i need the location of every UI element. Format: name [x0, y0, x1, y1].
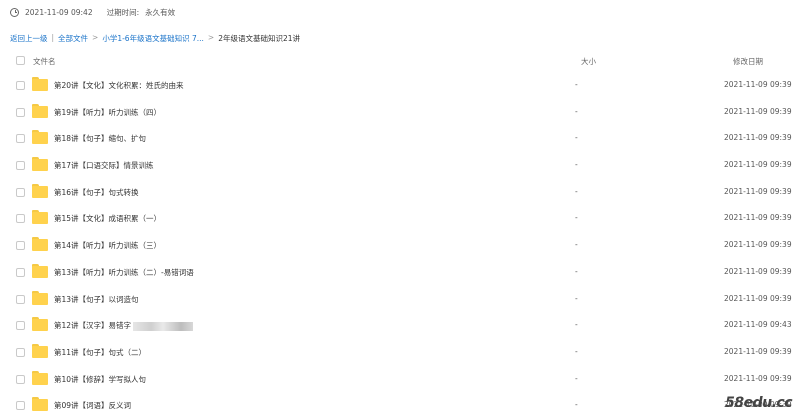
- clock-icon: [10, 7, 19, 17]
- folder-icon: [32, 317, 48, 332]
- file-name[interactable]: 第17讲【口语交际】情景训练: [54, 160, 154, 171]
- file-row[interactable]: 第18讲【句子】缩句、扩句 - 2021-11-09 09:39: [0, 125, 800, 152]
- file-name: 第12讲【汉字】易错字: [54, 321, 132, 331]
- file-date: 2021-11-09 09:39: [724, 346, 792, 356]
- file-name[interactable]: 第14讲【听力】听力训练（三）: [54, 240, 161, 251]
- file-size: -: [575, 80, 578, 89]
- folder-icon: [32, 397, 48, 412]
- breadcrumb-arrow: >: [92, 33, 99, 42]
- row-checkbox[interactable]: [16, 214, 25, 224]
- share-date: 2021-11-09 09:42: [25, 7, 93, 17]
- row-checkbox[interactable]: [16, 321, 25, 331]
- folder-icon: [32, 103, 48, 118]
- file-size: -: [575, 240, 578, 250]
- file-date: 2021-11-09 09:39: [724, 213, 792, 223]
- expire-label: 过期时间:: [106, 7, 140, 17]
- expire-value: 永久有效: [145, 7, 176, 17]
- row-checkbox[interactable]: [16, 241, 25, 251]
- row-checkbox[interactable]: [16, 81, 25, 90]
- row-checkbox[interactable]: [16, 267, 25, 277]
- file-size: -: [575, 266, 578, 276]
- row-checkbox[interactable]: [16, 161, 25, 171]
- file-row[interactable]: 第17讲【口语交际】情景训练 - 2021-11-09 09:39: [0, 152, 800, 179]
- file-row[interactable]: 第11讲【句子】句式（二） - 2021-11-09 09:39: [0, 339, 800, 366]
- breadcrumb-arrow: >: [207, 33, 215, 42]
- file-date: 2021-11-09 09:39: [724, 240, 792, 250]
- file-date: 2021-11-09 09:39: [724, 133, 792, 143]
- row-checkbox[interactable]: [16, 401, 25, 411]
- file-date: 2021-11-09 09:39: [724, 186, 792, 196]
- folder-icon: [32, 237, 48, 252]
- folder-icon: [32, 77, 48, 91]
- column-header-date[interactable]: 修改日期: [733, 56, 763, 67]
- back-link[interactable]: 返回上一级: [10, 33, 48, 44]
- file-date: 2021-11-09 09:39: [724, 80, 792, 89]
- folder-icon: [32, 183, 48, 198]
- redacted-blur: [133, 321, 194, 331]
- file-size: -: [575, 293, 578, 303]
- file-date: 2021-11-09 09:39: [724, 293, 792, 303]
- file-row[interactable]: 第16讲【句子】句式转换 - 2021-11-09 09:39: [0, 179, 800, 206]
- folder-icon: [32, 343, 48, 358]
- current-folder: 2年级语文基础知识21讲: [218, 34, 301, 43]
- file-size: -: [575, 400, 578, 410]
- file-name[interactable]: 第20讲【文化】文化积累：姓氏的由来: [54, 80, 184, 91]
- select-all-checkbox[interactable]: [16, 56, 25, 65]
- share-info-bar: 2021-11-09 09:42 过期时间: 永久有效: [10, 6, 175, 18]
- file-name[interactable]: 第13讲【听力】听力训练（二）-易错词语: [54, 267, 194, 278]
- breadcrumb: 返回上一级 | 全部文件 > 小学1-6年级语文基础知识 7... > 2年级语…: [10, 33, 300, 44]
- file-row[interactable]: 第13讲【听力】听力训练（二）-易错词语 - 2021-11-09 09:39: [0, 259, 800, 286]
- file-row[interactable]: 第15讲【文化】成语积累（一） - 2021-11-09 09:39: [0, 205, 800, 232]
- file-row[interactable]: 第20讲【文化】文化积累：姓氏的由来 - 2021-11-09 09:39: [0, 72, 800, 99]
- file-size: -: [575, 186, 578, 196]
- breadcrumb-separator: |: [51, 33, 55, 42]
- file-row[interactable]: 第09讲【词语】反义词 - 2021-11-09 09:39: [0, 392, 800, 415]
- row-checkbox[interactable]: [16, 134, 25, 144]
- file-name-wrap[interactable]: 第12讲【汉字】易错字: [54, 320, 194, 331]
- row-checkbox[interactable]: [16, 347, 25, 357]
- file-date: 2021-11-09 09:43: [724, 320, 792, 330]
- watermark: 58edu.cc: [725, 395, 792, 411]
- file-name[interactable]: 第10讲【修辞】学写拟人句: [54, 374, 146, 385]
- folder-icon: [32, 263, 48, 278]
- file-size: -: [575, 133, 578, 143]
- parent-folder-link[interactable]: 小学1-6年级语文基础知识 7...: [102, 33, 204, 44]
- folder-icon: [32, 130, 48, 145]
- file-date: 2021-11-09 09:39: [724, 373, 792, 383]
- folder-icon: [32, 157, 48, 172]
- file-size: -: [575, 106, 578, 116]
- file-name[interactable]: 第18讲【句子】缩句、扩句: [54, 133, 146, 144]
- file-row[interactable]: 第10讲【修辞】学写拟人句 - 2021-11-09 09:39: [0, 366, 800, 393]
- file-list: 第20讲【文化】文化积累：姓氏的由来 - 2021-11-09 09:39 第1…: [0, 72, 800, 415]
- row-checkbox[interactable]: [16, 374, 25, 384]
- file-name[interactable]: 第09讲【词语】反义词: [54, 400, 131, 411]
- row-checkbox[interactable]: [16, 107, 25, 117]
- file-row[interactable]: 第19讲【听力】听力训练（四） - 2021-11-09 09:39: [0, 99, 800, 126]
- file-name[interactable]: 第11讲【句子】句式（二）: [54, 347, 146, 358]
- file-date: 2021-11-09 09:39: [724, 106, 792, 116]
- file-name[interactable]: 第13讲【句子】以词造句: [54, 294, 139, 305]
- folder-icon: [32, 370, 48, 385]
- folder-icon: [32, 290, 48, 305]
- row-checkbox[interactable]: [16, 187, 25, 197]
- file-row[interactable]: 第13讲【句子】以词造句 - 2021-11-09 09:39: [0, 286, 800, 313]
- file-row[interactable]: 第12讲【汉字】易错字 - 2021-11-09 09:43: [0, 312, 800, 339]
- file-size: -: [575, 346, 578, 356]
- all-files-link[interactable]: 全部文件: [58, 33, 88, 44]
- file-date: 2021-11-09 09:39: [724, 266, 792, 276]
- file-name[interactable]: 第15讲【文化】成语积累（一）: [54, 213, 161, 224]
- column-header-name[interactable]: 文件名: [33, 56, 56, 67]
- file-size: -: [575, 373, 578, 383]
- file-size: -: [575, 213, 578, 223]
- file-name[interactable]: 第19讲【听力】听力训练（四）: [54, 107, 161, 118]
- row-checkbox[interactable]: [16, 294, 25, 304]
- column-header-size[interactable]: 大小: [581, 56, 596, 67]
- file-name[interactable]: 第16讲【句子】句式转换: [54, 187, 139, 198]
- file-row[interactable]: 第14讲【听力】听力训练（三） - 2021-11-09 09:39: [0, 232, 800, 259]
- file-date: 2021-11-09 09:39: [724, 160, 792, 170]
- file-size: -: [575, 320, 578, 330]
- folder-icon: [32, 210, 48, 225]
- file-list-header: 文件名 大小 修改日期: [0, 52, 800, 70]
- file-size: -: [575, 160, 578, 170]
